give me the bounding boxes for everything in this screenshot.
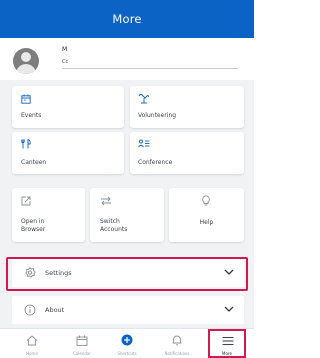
- app-header: More: [0, 0, 254, 38]
- home-icon: [26, 335, 38, 346]
- menu-icon: [222, 336, 234, 346]
- switch-accounts-label-2: Accounts: [100, 226, 128, 233]
- tab-calendar[interactable]: Calendar: [62, 329, 102, 358]
- switch-accounts-label-1: Switch: [100, 218, 120, 225]
- calendar-icon: [21, 94, 31, 104]
- open-in-browser-label-1: Open in: [21, 218, 45, 225]
- chevron-down-icon: [224, 306, 234, 312]
- external-link-icon: [21, 196, 31, 206]
- help-label: Help: [199, 219, 214, 226]
- lightbulb-icon: [202, 195, 210, 206]
- switch-icon: [101, 196, 111, 206]
- open-in-browser-card[interactable]: Open in Browser: [12, 188, 85, 242]
- switch-accounts-card[interactable]: Switch Accounts: [90, 188, 164, 242]
- about-row[interactable]: About: [12, 296, 244, 324]
- tab-home-label: Home: [26, 351, 38, 356]
- tab-notifications-label: Notifications: [164, 351, 190, 356]
- profile-divider: [62, 68, 238, 69]
- bell-icon: [172, 335, 182, 346]
- tab-notifications[interactable]: Notifications: [157, 329, 197, 358]
- info-icon: [24, 304, 36, 316]
- tab-shortcuts-label: Shortcuts: [117, 351, 137, 356]
- tab-home[interactable]: Home: [12, 329, 52, 358]
- redacted-name: [68, 44, 124, 54]
- redacted-subtitle: [68, 57, 126, 66]
- events-label: Events: [21, 112, 42, 119]
- canteen-card[interactable]: Canteen: [12, 132, 124, 174]
- page-title: More: [112, 12, 142, 26]
- canteen-label: Canteen: [21, 159, 47, 166]
- people-icon: [138, 139, 150, 148]
- about-label: About: [45, 306, 65, 314]
- conference-label: Conference: [138, 159, 173, 166]
- events-card[interactable]: Events: [12, 86, 124, 128]
- volunteering-label: Volunteering: [138, 112, 177, 119]
- more-content: M Cc Events Volunteering Canteen Confere…: [0, 38, 254, 328]
- tab-more[interactable]: More: [208, 329, 246, 358]
- help-card[interactable]: Help: [169, 188, 244, 242]
- profile-section[interactable]: M Cc: [0, 38, 254, 80]
- tab-shortcuts[interactable]: Shortcuts: [107, 329, 147, 358]
- settings-highlight: [6, 257, 248, 291]
- volunteering-icon: [138, 94, 150, 104]
- plus-circle-icon: [121, 334, 133, 346]
- volunteering-card[interactable]: Volunteering: [130, 86, 244, 128]
- open-in-browser-label-2: Browser: [21, 226, 46, 233]
- tab-more-label: More: [222, 351, 232, 356]
- tab-calendar-label: Calendar: [73, 351, 91, 356]
- profile-name: M: [62, 46, 68, 53]
- avatar[interactable]: [13, 48, 39, 74]
- conference-card[interactable]: Conference: [130, 132, 244, 174]
- calendar-icon: [76, 335, 88, 346]
- bottom-tab-bar: Home Calendar Shortcuts Notifications Mo…: [0, 328, 254, 358]
- cutlery-icon: [21, 139, 31, 149]
